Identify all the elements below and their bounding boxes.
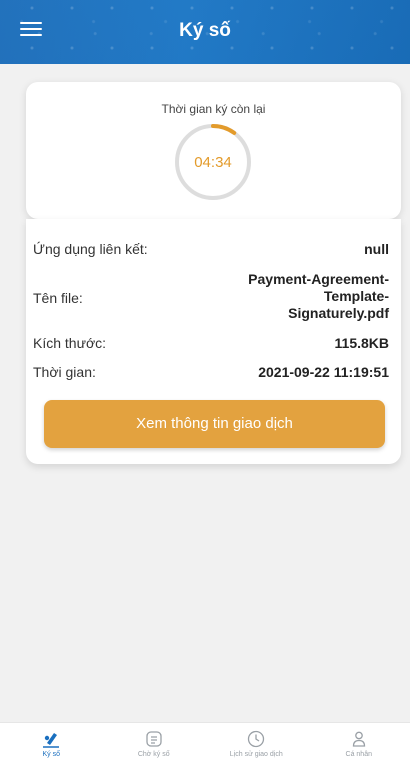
transaction-info-card: Ứng dụng liên kết: null Tên file: Paymen… bbox=[26, 219, 401, 464]
view-transaction-button[interactable]: Xem thông tin giao dịch bbox=[44, 400, 385, 448]
app-header: Ký số bbox=[0, 0, 410, 64]
size-value: 115.8KB bbox=[334, 335, 389, 351]
file-value-line: Template- bbox=[323, 288, 389, 304]
time-label: Thời gian: bbox=[33, 364, 96, 380]
countdown-value: 04:34 bbox=[194, 153, 232, 171]
app-root: Ký số Thời gian ký còn lại 04:34 Ứng dụn… bbox=[0, 0, 410, 763]
file-value-line: Payment-Agreement- bbox=[248, 271, 389, 287]
clock-history-icon bbox=[248, 730, 265, 748]
info-row-file: Tên file: Payment-Agreement- Template- S… bbox=[33, 271, 389, 323]
nav-item-pending[interactable]: Chờ ký số bbox=[103, 723, 206, 763]
bottom-nav: Ký số Chờ ký số Lịch sử giao dịch Cá nhâ… bbox=[0, 722, 410, 763]
nav-label: Ký số bbox=[42, 751, 60, 758]
pending-list-icon bbox=[146, 731, 162, 747]
nav-item-history[interactable]: Lịch sử giao dịch bbox=[205, 723, 308, 763]
nav-label: Cá nhân bbox=[345, 751, 372, 758]
nav-item-sign[interactable]: Ký số bbox=[0, 723, 103, 763]
app-value: null bbox=[364, 241, 389, 257]
nav-label: Lịch sử giao dịch bbox=[229, 751, 283, 758]
nav-label: Chờ ký số bbox=[137, 751, 170, 758]
timer-label: Thời gian ký còn lại bbox=[161, 102, 266, 116]
timer-card: Thời gian ký còn lại 04:34 bbox=[26, 82, 401, 219]
file-label: Tên file: bbox=[33, 290, 83, 306]
size-label: Kích thước: bbox=[33, 335, 107, 351]
sign-pen-icon bbox=[43, 733, 60, 748]
time-value: 2021-09-22 11:19:51 bbox=[258, 364, 389, 380]
app-label: Ứng dụng liên kết: bbox=[33, 241, 148, 257]
file-value: Payment-Agreement- Template- Signaturely… bbox=[199, 271, 389, 322]
nav-item-profile[interactable]: Cá nhân bbox=[308, 723, 410, 763]
user-profile-icon bbox=[352, 731, 365, 747]
file-value-line: Signaturely.pdf bbox=[288, 305, 389, 321]
page-title: Ký số bbox=[179, 20, 231, 41]
